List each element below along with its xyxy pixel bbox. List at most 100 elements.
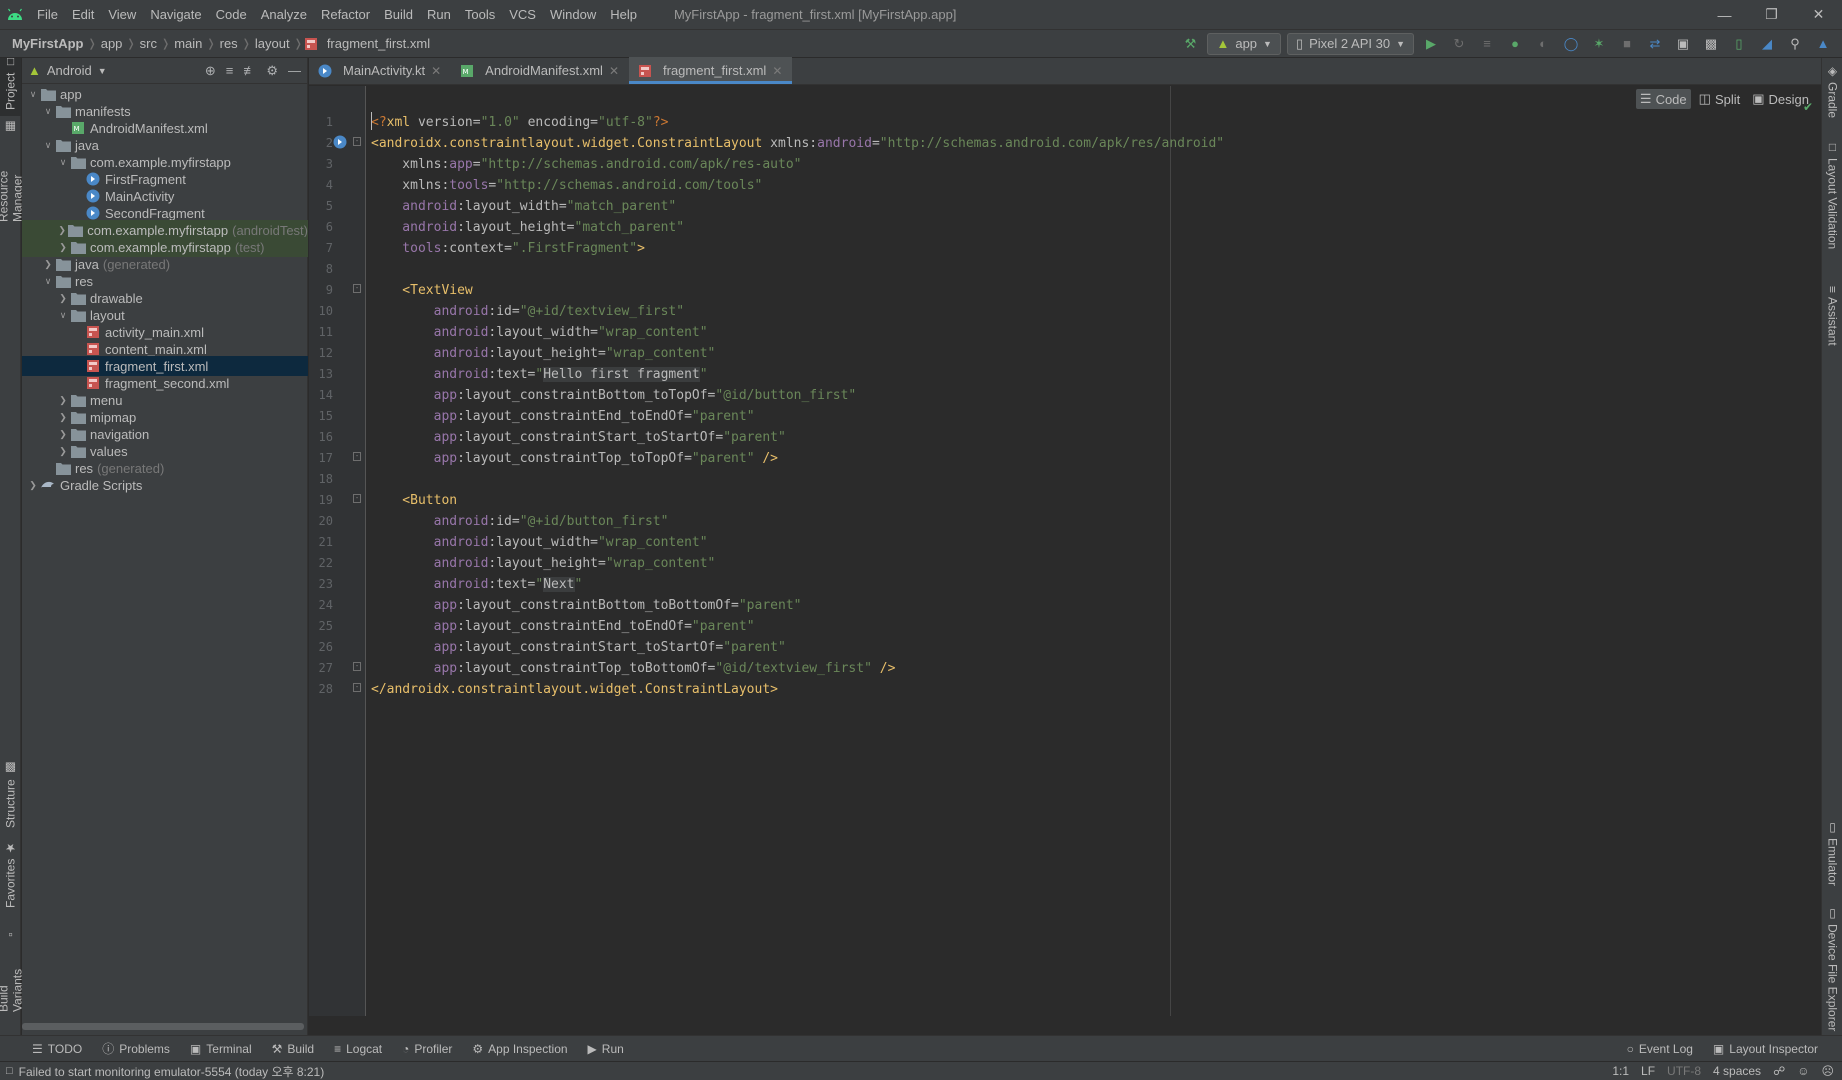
fold-marker-icon[interactable]: - <box>353 662 361 671</box>
menu-build[interactable]: Build <box>377 7 420 22</box>
chevron-right-icon[interactable]: ❯ <box>41 259 55 270</box>
bottom-tab-layout-inspector[interactable]: ▣ Layout Inspector <box>1703 1042 1828 1056</box>
menu-refactor[interactable]: Refactor <box>314 7 377 22</box>
code-line[interactable]: android:text="Hello first fragment" <box>371 364 708 385</box>
project-view-selector[interactable]: ▲ Android ▼ <box>28 63 107 78</box>
sync-project-icon[interactable]: ⇄ <box>1644 33 1666 55</box>
gradle-tool-tab[interactable]: ◈ Gradle <box>1822 64 1842 120</box>
chevron-down-icon[interactable]: ∨ <box>41 276 55 287</box>
code-line[interactable]: android:id="@+id/button_first" <box>371 511 669 532</box>
status-toggle-icon[interactable]: □ <box>0 1065 19 1077</box>
scrollbar-thumb[interactable] <box>22 1023 304 1030</box>
menu-analyze[interactable]: Analyze <box>254 7 314 22</box>
favorites-tool-tab[interactable]: Favorites ★ <box>0 841 21 914</box>
bottom-tab-problems[interactable]: ⓘ Problems <box>92 1040 180 1057</box>
chevron-down-icon[interactable]: ∨ <box>26 89 40 100</box>
breadcrumb-item[interactable]: layout <box>251 36 294 51</box>
layout-validation-tool-tab[interactable]: □ Layout Validation <box>1822 140 1842 270</box>
layout-editor-icon[interactable]: ▣ <box>1672 33 1694 55</box>
stop-icon[interactable]: ■ <box>1616 33 1638 55</box>
locate-target-icon[interactable]: ⊕ <box>205 63 216 79</box>
file-encoding[interactable]: UTF-8 <box>1667 1064 1701 1078</box>
breadcrumb-item[interactable]: MyFirstApp <box>0 36 88 51</box>
minimize-icon[interactable]: — <box>1701 0 1748 30</box>
breadcrumb-item[interactable]: main <box>170 36 206 51</box>
code-line[interactable]: android:layout_height="wrap_content" <box>371 553 716 574</box>
expand-all-icon[interactable]: ≡ <box>226 63 234 79</box>
bottom-tab-build[interactable]: ⚒ Build <box>262 1040 324 1057</box>
bottom-tab-logcat[interactable]: ≡ Logcat <box>324 1040 392 1057</box>
code-line[interactable]: app:layout_constraintBottom_toTopOf="@id… <box>371 385 857 406</box>
no-problems-checkmark-icon[interactable]: ✔ <box>1803 100 1813 114</box>
chevron-right-icon[interactable]: ❯ <box>56 429 70 440</box>
close-tab-icon[interactable]: ✕ <box>609 64 619 78</box>
status-message[interactable]: Failed to start monitoring emulator-5554… <box>19 1063 325 1080</box>
debug-icon[interactable]: ● <box>1504 33 1526 55</box>
resource-manager-tool-tab[interactable]: Resource Manager ▦ <box>0 120 25 228</box>
device-manager-icon[interactable]: ▩ <box>1700 33 1722 55</box>
device-select[interactable]: ▯ Pixel 2 API 30 ▼ <box>1286 32 1414 55</box>
build-variants-tool-tab[interactable]: Build Variants ▫ <box>0 928 25 1018</box>
close-tab-icon[interactable]: ✕ <box>431 64 441 78</box>
lock-icon[interactable]: ☍ <box>1773 1064 1785 1078</box>
bottom-tab-terminal[interactable]: ▣ Terminal <box>180 1040 262 1057</box>
indent-setting[interactable]: 4 spaces <box>1713 1064 1761 1078</box>
chevron-right-icon[interactable]: ❯ <box>56 412 70 423</box>
breadcrumb-item[interactable]: fragment_first.xml <box>323 36 434 51</box>
code-line[interactable]: <?xml version="1.0" encoding="utf-8"?> <box>371 112 668 133</box>
menu-edit[interactable]: Edit <box>65 7 101 22</box>
run-configuration-select[interactable]: ▲ app ▼ <box>1207 32 1281 55</box>
code-line[interactable]: <Button <box>371 490 457 511</box>
close-icon[interactable]: ✕ <box>1795 0 1842 30</box>
android-studio-icon[interactable]: ▲ <box>1812 33 1834 55</box>
bottom-tab-run[interactable]: ▶ Run <box>578 1040 634 1057</box>
bottom-tab-todo[interactable]: ☰ TODO <box>22 1040 92 1057</box>
code-line[interactable]: app:layout_constraintEnd_toEndOf="parent… <box>371 406 755 427</box>
breadcrumb-item[interactable]: app <box>97 36 127 51</box>
code-line[interactable]: tools:context=".FirstFragment"> <box>371 238 645 259</box>
gear-icon[interactable]: ⚙ <box>266 63 278 79</box>
device-file-explorer-tool-tab[interactable]: ▯ Device File Explorer <box>1822 906 1842 1032</box>
menu-window[interactable]: Window <box>543 7 603 22</box>
menu-run[interactable]: Run <box>420 7 458 22</box>
menu-tools[interactable]: Tools <box>458 7 502 22</box>
chevron-right-icon[interactable]: ❯ <box>26 480 40 491</box>
hide-icon[interactable]: — <box>288 63 301 79</box>
tree-node[interactable]: ❯ Gradle Scripts <box>22 475 308 495</box>
fold-marker-icon[interactable]: - <box>353 452 361 461</box>
chevron-down-icon[interactable]: ∨ <box>41 140 55 151</box>
chevron-right-icon[interactable]: ❯ <box>56 242 70 253</box>
code-line[interactable]: app:layout_constraintTop_toBottomOf="@id… <box>371 658 896 679</box>
breadcrumb-item[interactable]: res <box>216 36 242 51</box>
attach-process-icon[interactable]: ✶ <box>1588 33 1610 55</box>
code-line[interactable]: xmlns:app="http://schemas.android.com/ap… <box>371 154 801 175</box>
fold-marker-icon[interactable]: - <box>353 683 361 692</box>
menu-navigate[interactable]: Navigate <box>143 7 208 22</box>
apply-changes-icon[interactable]: ≡ <box>1476 33 1498 55</box>
chevron-down-icon[interactable]: ∨ <box>56 310 70 321</box>
bottom-tab-profiler[interactable]: ◔ Profiler <box>392 1040 462 1057</box>
line-separator[interactable]: LF <box>1641 1064 1655 1078</box>
sdk-manager-icon[interactable]: ◢ <box>1756 33 1778 55</box>
editor-tab[interactable]: MainActivity.kt ✕ <box>309 57 451 84</box>
code-line[interactable]: android:layout_height="match_parent" <box>371 217 684 238</box>
chevron-right-icon[interactable]: ❯ <box>56 225 68 236</box>
chevron-right-icon[interactable]: ❯ <box>56 446 70 457</box>
code-line[interactable]: android:text="Next" <box>371 574 582 595</box>
editor-tab[interactable]: M AndroidManifest.xml ✕ <box>451 57 629 84</box>
avd-manager-icon[interactable]: ▯ <box>1728 33 1750 55</box>
chevron-down-icon[interactable]: ∨ <box>56 157 70 168</box>
editor-tab[interactable]: fragment_first.xml ✕ <box>629 57 793 84</box>
collapse-all-icon[interactable]: ≢ <box>243 63 256 79</box>
chevron-right-icon[interactable]: ❯ <box>56 293 70 304</box>
search-icon[interactable]: ⚲ <box>1784 33 1806 55</box>
code-line[interactable]: app:layout_constraintStart_toStartOf="pa… <box>371 427 786 448</box>
close-tab-icon[interactable]: ✕ <box>772 64 782 78</box>
emulator-tool-tab[interactable]: ▯ Emulator <box>1822 820 1842 886</box>
code-line[interactable]: android:layout_width="wrap_content" <box>371 532 708 553</box>
code-line[interactable]: android:layout_width="match_parent" <box>371 196 676 217</box>
code-line[interactable]: app:layout_constraintBottom_toBottomOf="… <box>371 595 802 616</box>
menu-file[interactable]: File <box>30 7 65 22</box>
rerun-icon[interactable]: ↻ <box>1448 33 1470 55</box>
code-line[interactable]: app:layout_constraintEnd_toEndOf="parent… <box>371 616 755 637</box>
